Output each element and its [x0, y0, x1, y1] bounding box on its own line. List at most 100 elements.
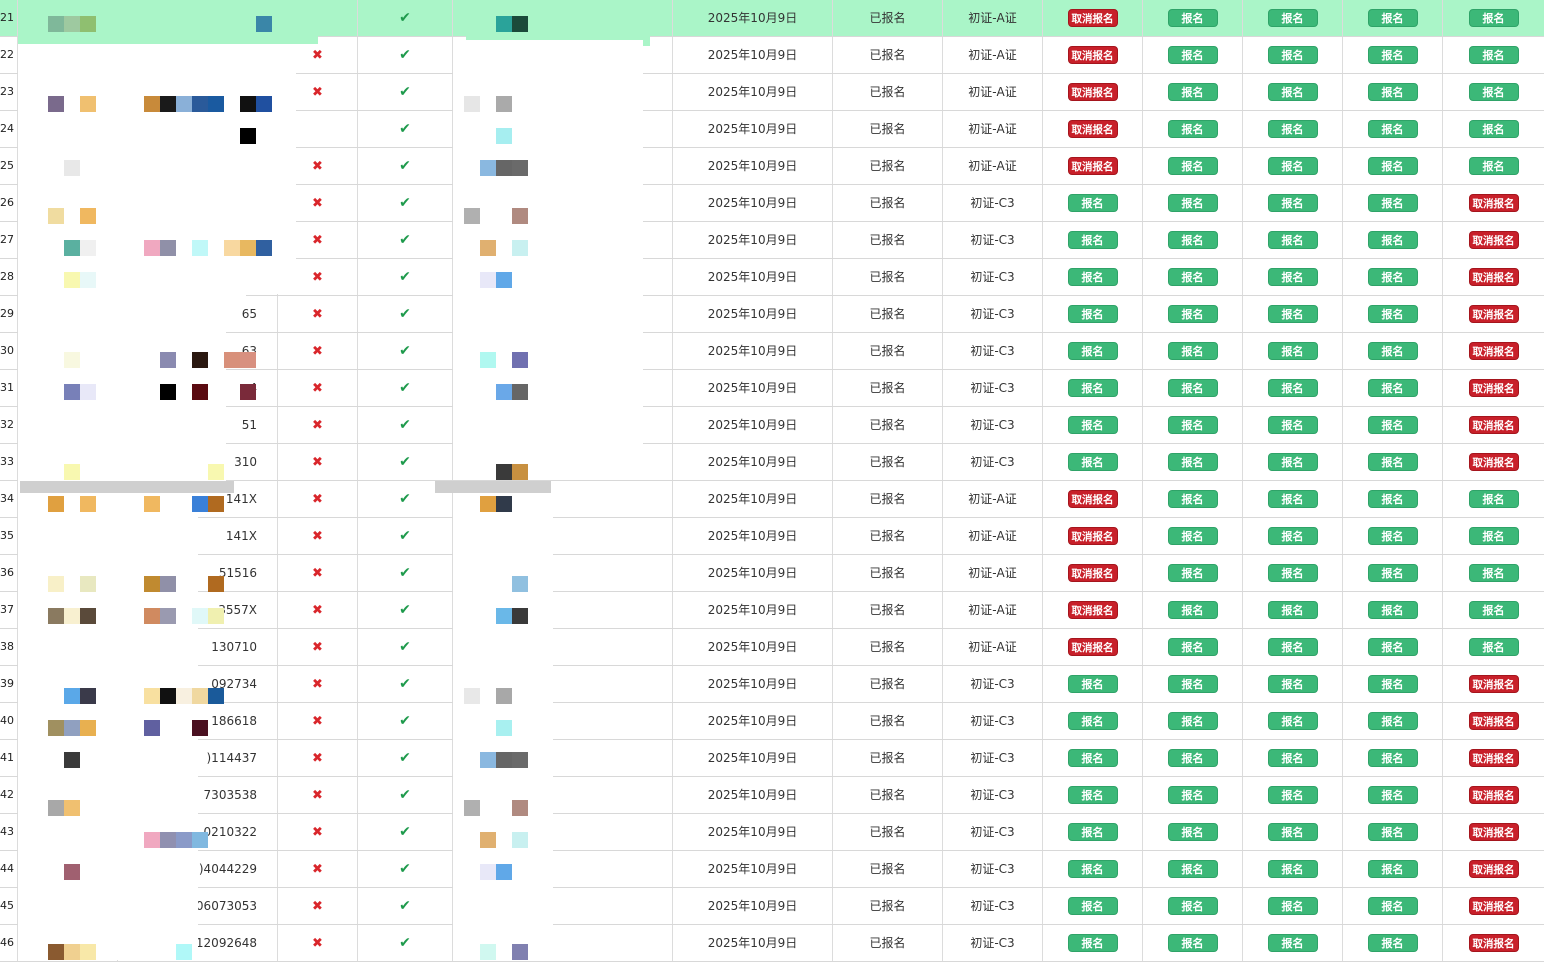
register-button[interactable]: 报名: [1167, 748, 1218, 767]
cancel-registration-button[interactable]: 取消报名: [1468, 896, 1519, 915]
register-button[interactable]: 报名: [1167, 563, 1218, 582]
register-button[interactable]: 报名: [1067, 230, 1118, 249]
register-button[interactable]: 报名: [1367, 563, 1418, 582]
register-button[interactable]: 报名: [1067, 859, 1118, 878]
register-button[interactable]: 报名: [1167, 452, 1218, 471]
register-button[interactable]: 报名: [1367, 674, 1418, 693]
register-button[interactable]: 报名: [1167, 193, 1218, 212]
register-button[interactable]: 报名: [1067, 378, 1118, 397]
register-button[interactable]: 报名: [1367, 8, 1418, 27]
register-button[interactable]: 报名: [1167, 82, 1218, 101]
register-button[interactable]: 报名: [1367, 637, 1418, 656]
cancel-registration-button[interactable]: 取消报名: [1468, 304, 1519, 323]
register-button[interactable]: 报名: [1167, 8, 1218, 27]
register-button[interactable]: 报名: [1267, 82, 1318, 101]
register-button[interactable]: 报名: [1267, 563, 1318, 582]
cancel-registration-button[interactable]: 取消报名: [1067, 82, 1118, 101]
cancel-registration-button[interactable]: 取消报名: [1468, 267, 1519, 286]
register-button[interactable]: 报名: [1468, 600, 1519, 619]
register-button[interactable]: 报名: [1468, 82, 1519, 101]
register-button[interactable]: 报名: [1067, 933, 1118, 952]
cancel-registration-button[interactable]: 取消报名: [1067, 600, 1118, 619]
register-button[interactable]: 报名: [1367, 859, 1418, 878]
cancel-registration-button[interactable]: 取消报名: [1468, 230, 1519, 249]
register-button[interactable]: 报名: [1468, 637, 1519, 656]
register-button[interactable]: 报名: [1267, 933, 1318, 952]
register-button[interactable]: 报名: [1167, 933, 1218, 952]
register-button[interactable]: 报名: [1167, 785, 1218, 804]
register-button[interactable]: 报名: [1367, 896, 1418, 915]
cancel-registration-button[interactable]: 取消报名: [1468, 711, 1519, 730]
register-button[interactable]: 报名: [1067, 896, 1118, 915]
cancel-registration-button[interactable]: 取消报名: [1468, 378, 1519, 397]
cancel-registration-button[interactable]: 取消报名: [1067, 8, 1118, 27]
cancel-registration-button[interactable]: 取消报名: [1468, 748, 1519, 767]
register-button[interactable]: 报名: [1067, 452, 1118, 471]
cancel-registration-button[interactable]: 取消报名: [1067, 119, 1118, 138]
register-button[interactable]: 报名: [1267, 526, 1318, 545]
register-button[interactable]: 报名: [1267, 859, 1318, 878]
register-button[interactable]: 报名: [1267, 378, 1318, 397]
register-button[interactable]: 报名: [1367, 119, 1418, 138]
register-button[interactable]: 报名: [1167, 711, 1218, 730]
register-button[interactable]: 报名: [1367, 267, 1418, 286]
cancel-registration-button[interactable]: 取消报名: [1067, 156, 1118, 175]
register-button[interactable]: 报名: [1067, 304, 1118, 323]
register-button[interactable]: 报名: [1468, 45, 1519, 64]
register-button[interactable]: 报名: [1367, 600, 1418, 619]
register-button[interactable]: 报名: [1267, 822, 1318, 841]
register-button[interactable]: 报名: [1167, 415, 1218, 434]
register-button[interactable]: 报名: [1167, 896, 1218, 915]
register-button[interactable]: 报名: [1468, 156, 1519, 175]
register-button[interactable]: 报名: [1267, 452, 1318, 471]
register-button[interactable]: 报名: [1267, 156, 1318, 175]
register-button[interactable]: 报名: [1267, 45, 1318, 64]
cancel-registration-button[interactable]: 取消报名: [1067, 526, 1118, 545]
register-button[interactable]: 报名: [1267, 8, 1318, 27]
register-button[interactable]: 报名: [1367, 711, 1418, 730]
register-button[interactable]: 报名: [1367, 378, 1418, 397]
register-button[interactable]: 报名: [1167, 119, 1218, 138]
register-button[interactable]: 报名: [1167, 45, 1218, 64]
register-button[interactable]: 报名: [1067, 415, 1118, 434]
register-button[interactable]: 报名: [1167, 859, 1218, 878]
cancel-registration-button[interactable]: 取消报名: [1468, 859, 1519, 878]
register-button[interactable]: 报名: [1267, 267, 1318, 286]
register-button[interactable]: 报名: [1367, 82, 1418, 101]
register-button[interactable]: 报名: [1367, 45, 1418, 64]
cancel-registration-button[interactable]: 取消报名: [1067, 637, 1118, 656]
register-button[interactable]: 报名: [1067, 193, 1118, 212]
cancel-registration-button[interactable]: 取消报名: [1067, 563, 1118, 582]
register-button[interactable]: 报名: [1267, 674, 1318, 693]
cancel-registration-button[interactable]: 取消报名: [1468, 452, 1519, 471]
register-button[interactable]: 报名: [1067, 341, 1118, 360]
cancel-registration-button[interactable]: 取消报名: [1468, 341, 1519, 360]
register-button[interactable]: 报名: [1267, 415, 1318, 434]
register-button[interactable]: 报名: [1167, 637, 1218, 656]
register-button[interactable]: 报名: [1267, 711, 1318, 730]
cancel-registration-button[interactable]: 取消报名: [1468, 785, 1519, 804]
register-button[interactable]: 报名: [1367, 341, 1418, 360]
register-button[interactable]: 报名: [1468, 489, 1519, 508]
cancel-registration-button[interactable]: 取消报名: [1468, 193, 1519, 212]
register-button[interactable]: 报名: [1468, 8, 1519, 27]
cancel-registration-button[interactable]: 取消报名: [1468, 674, 1519, 693]
register-button[interactable]: 报名: [1167, 304, 1218, 323]
register-button[interactable]: 报名: [1367, 822, 1418, 841]
register-button[interactable]: 报名: [1267, 896, 1318, 915]
register-button[interactable]: 报名: [1367, 452, 1418, 471]
register-button[interactable]: 报名: [1367, 156, 1418, 175]
register-button[interactable]: 报名: [1167, 526, 1218, 545]
register-button[interactable]: 报名: [1267, 193, 1318, 212]
register-button[interactable]: 报名: [1468, 526, 1519, 545]
register-button[interactable]: 报名: [1067, 785, 1118, 804]
register-button[interactable]: 报名: [1067, 267, 1118, 286]
cancel-registration-button[interactable]: 取消报名: [1468, 415, 1519, 434]
register-button[interactable]: 报名: [1367, 415, 1418, 434]
register-button[interactable]: 报名: [1167, 600, 1218, 619]
register-button[interactable]: 报名: [1167, 822, 1218, 841]
register-button[interactable]: 报名: [1468, 119, 1519, 138]
register-button[interactable]: 报名: [1167, 674, 1218, 693]
register-button[interactable]: 报名: [1367, 748, 1418, 767]
register-button[interactable]: 报名: [1267, 304, 1318, 323]
